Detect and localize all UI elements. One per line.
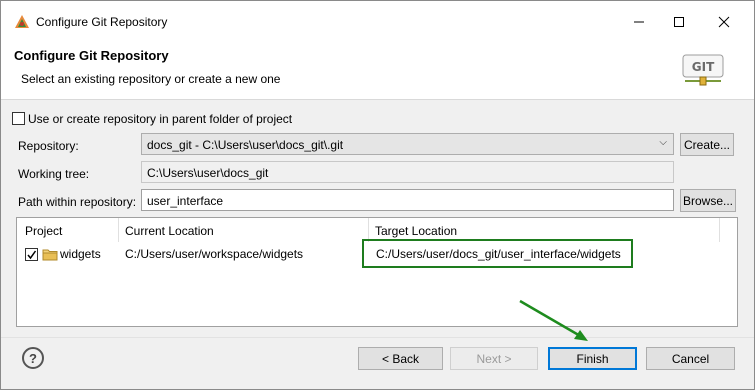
footer-divider	[1, 337, 754, 338]
column-divider	[719, 218, 720, 242]
cancel-button[interactable]: Cancel	[646, 347, 735, 370]
back-button[interactable]: < Back	[358, 347, 443, 370]
row-checkbox[interactable]	[25, 248, 38, 261]
maximize-button[interactable]	[656, 7, 702, 37]
banner-description: Select an existing repository or create …	[21, 72, 281, 86]
maximize-icon	[674, 17, 684, 27]
minimize-icon	[634, 21, 644, 23]
folder-icon	[42, 249, 58, 261]
chevron-down-icon: ⌵	[659, 137, 667, 148]
git-logo-icon: GIT	[682, 54, 724, 86]
target-location-highlight	[362, 239, 633, 268]
configure-git-dialog: Configure Git Repository Configure Git R…	[0, 0, 755, 390]
help-button[interactable]: ?	[22, 347, 44, 369]
repository-label: Repository:	[18, 139, 79, 153]
working-tree-field: C:\Users\user\docs_git	[141, 161, 674, 183]
create-button[interactable]: Create...	[680, 133, 734, 156]
browse-button[interactable]: Browse...	[680, 189, 736, 212]
close-icon	[718, 16, 730, 28]
repository-value: docs_git - C:\Users\user\docs_git\.git	[147, 138, 344, 152]
title-bar: Configure Git Repository	[1, 1, 754, 41]
parent-folder-label: Use or create repository in parent folde…	[28, 112, 293, 126]
header-banner: Configure Git Repository Select an exist…	[1, 41, 754, 100]
projects-table: Project Current Location Target Location…	[16, 217, 738, 327]
row-project-name: widgets	[60, 247, 101, 261]
git-logo-text: GIT	[692, 60, 715, 74]
close-button[interactable]	[701, 7, 747, 37]
finish-button[interactable]: Finish	[548, 347, 637, 370]
path-within-input[interactable]: user_interface	[141, 189, 674, 211]
repository-combo[interactable]: docs_git - C:\Users\user\docs_git\.git ⌵	[141, 133, 674, 155]
green-arrow-icon	[519, 299, 588, 341]
column-header-project[interactable]: Project	[25, 224, 62, 238]
path-within-label: Path within repository:	[18, 195, 137, 209]
checkmark-icon	[27, 250, 37, 260]
next-button[interactable]: Next >	[450, 347, 538, 370]
working-tree-label: Working tree:	[18, 167, 90, 181]
window-title: Configure Git Repository	[36, 15, 168, 29]
column-header-current-location[interactable]: Current Location	[125, 224, 214, 238]
column-header-target-location[interactable]: Target Location	[375, 224, 457, 238]
banner-title: Configure Git Repository	[14, 48, 169, 63]
parent-folder-checkbox[interactable]	[12, 112, 25, 125]
eclipse-app-icon	[15, 15, 29, 28]
row-current-location: C:/Users/user/workspace/widgets	[125, 247, 304, 261]
column-divider	[118, 218, 119, 242]
help-icon: ?	[29, 350, 37, 366]
